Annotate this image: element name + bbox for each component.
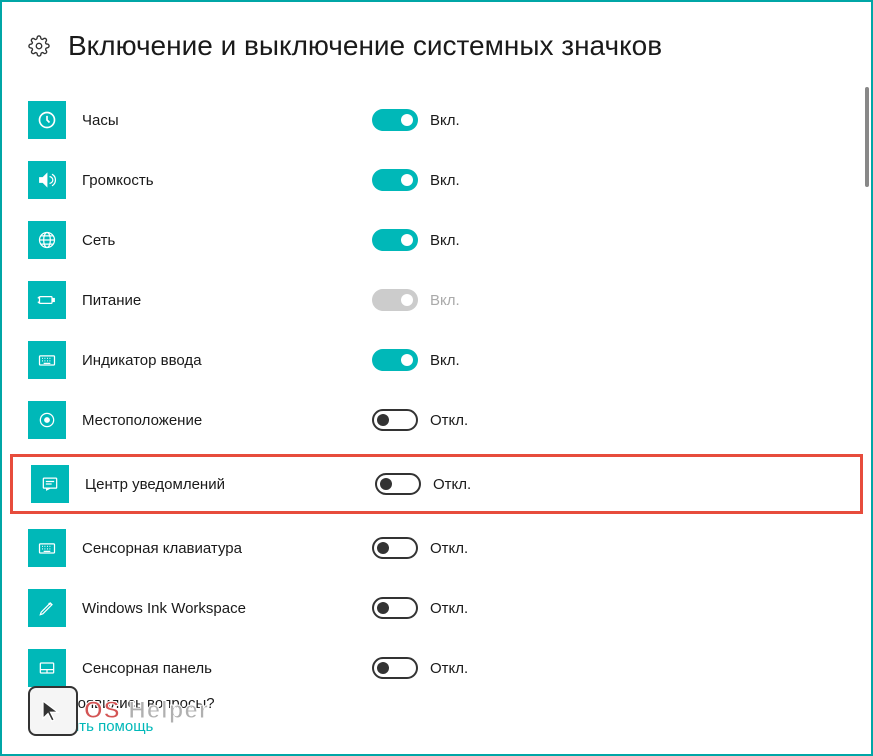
- setting-label: Сеть: [82, 232, 372, 249]
- toggle-container: Откл.: [375, 473, 471, 495]
- toggle-state-label: Вкл.: [430, 172, 460, 189]
- setting-label: Windows Ink Workspace: [82, 600, 372, 617]
- toggle-state-label: Вкл.: [430, 232, 460, 249]
- setting-row-touch-keyboard: Сенсорная клавиатура Откл.: [2, 518, 871, 578]
- toggle-volume[interactable]: [372, 169, 418, 191]
- toggle-state-label: Откл.: [430, 660, 468, 677]
- toggle-container: Откл.: [372, 537, 468, 559]
- toggle-container: Вкл.: [372, 169, 460, 191]
- setting-label: Индикатор ввода: [82, 352, 372, 369]
- toggle-knob: [401, 114, 413, 126]
- setting-row-ink: Windows Ink Workspace Откл.: [2, 578, 871, 638]
- toggle-container: Вкл.: [372, 349, 460, 371]
- setting-row-network: Сеть Вкл.: [2, 210, 871, 270]
- toggle-knob: [401, 234, 413, 246]
- toggle-knob: [401, 174, 413, 186]
- battery-icon: [28, 281, 66, 319]
- page-title: Включение и выключение системных значков: [68, 30, 662, 62]
- setting-row-location: Местоположение Откл.: [2, 390, 871, 450]
- toggle-action-center[interactable]: [375, 473, 421, 495]
- pen-icon: [28, 589, 66, 627]
- toggle-knob: [377, 414, 389, 426]
- toggle-state-label: Откл.: [433, 476, 471, 493]
- settings-list: Часы Вкл. Громкость Вкл. Сеть Вкл. Питание Вкл.…: [2, 82, 871, 706]
- clock-icon: [28, 101, 66, 139]
- setting-label: Местоположение: [82, 412, 372, 429]
- keyboard-icon: [28, 529, 66, 567]
- volume-icon: [28, 161, 66, 199]
- touchpad-icon: [28, 649, 66, 687]
- setting-row-volume: Громкость Вкл.: [2, 150, 871, 210]
- footer: У вас появились вопросы? Получить помощь: [28, 695, 215, 736]
- toggle-touchpad[interactable]: [372, 657, 418, 679]
- toggle-location[interactable]: [372, 409, 418, 431]
- page-header: Включение и выключение системных значков: [2, 2, 871, 82]
- toggle-container: Откл.: [372, 597, 468, 619]
- toggle-touch-keyboard[interactable]: [372, 537, 418, 559]
- setting-row-touchpad: Сенсорная панель Откл.: [2, 638, 871, 698]
- toggle-knob: [401, 354, 413, 366]
- setting-row-clock: Часы Вкл.: [2, 90, 871, 150]
- toggle-state-label: Вкл.: [430, 112, 460, 129]
- toggle-state-label: Вкл.: [430, 292, 460, 309]
- toggle-knob: [380, 478, 392, 490]
- toggle-container: Вкл.: [372, 109, 460, 131]
- toggle-knob: [377, 542, 389, 554]
- gear-icon: [28, 35, 50, 57]
- toggle-network[interactable]: [372, 229, 418, 251]
- target-icon: [28, 401, 66, 439]
- toggle-container: Вкл.: [372, 289, 460, 311]
- toggle-container: Откл.: [372, 409, 468, 431]
- setting-row-ime: Индикатор ввода Вкл.: [2, 330, 871, 390]
- toggle-state-label: Вкл.: [430, 352, 460, 369]
- setting-label: Питание: [82, 292, 372, 309]
- help-question: У вас появились вопросы?: [28, 695, 215, 712]
- globe-icon: [28, 221, 66, 259]
- toggle-state-label: Откл.: [430, 600, 468, 617]
- toggle-knob: [401, 294, 413, 306]
- setting-label: Громкость: [82, 172, 372, 189]
- setting-label: Центр уведомлений: [85, 476, 375, 493]
- toggle-state-label: Откл.: [430, 540, 468, 557]
- toggle-knob: [377, 662, 389, 674]
- help-link[interactable]: Получить помощь: [28, 718, 153, 735]
- toggle-knob: [377, 602, 389, 614]
- toggle-container: Откл.: [372, 657, 468, 679]
- setting-row-action-center: Центр уведомлений Откл.: [10, 454, 863, 514]
- setting-label: Часы: [82, 112, 372, 129]
- toggle-ink[interactable]: [372, 597, 418, 619]
- setting-row-power: Питание Вкл.: [2, 270, 871, 330]
- toggle-state-label: Откл.: [430, 412, 468, 429]
- keyboard-icon: [28, 341, 66, 379]
- notification-icon: [31, 465, 69, 503]
- toggle-power: [372, 289, 418, 311]
- toggle-clock[interactable]: [372, 109, 418, 131]
- toggle-container: Вкл.: [372, 229, 460, 251]
- setting-label: Сенсорная клавиатура: [82, 540, 372, 557]
- scrollbar[interactable]: [865, 87, 869, 187]
- toggle-ime[interactable]: [372, 349, 418, 371]
- setting-label: Сенсорная панель: [82, 660, 372, 677]
